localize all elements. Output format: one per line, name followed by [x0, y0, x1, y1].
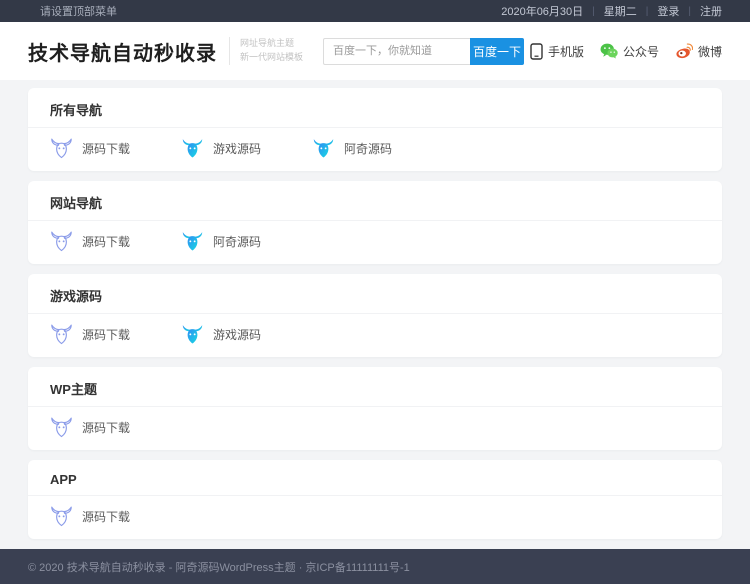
wechat-official-label: 公众号: [623, 43, 659, 60]
wechat-icon: [600, 43, 618, 59]
nav-item-label: 源码下载: [82, 140, 130, 157]
nav-item-label: 源码下载: [82, 419, 130, 436]
nav-link-item[interactable]: 源码下载: [50, 416, 181, 439]
site-header: 技术导航自动秒收录 网址导航主题 新一代网站模板 百度一下 手机版: [0, 22, 750, 80]
topbar-weekday: 星期二: [604, 3, 637, 19]
section-title: 网站导航: [28, 181, 722, 220]
nav-item-label: 游戏源码: [213, 326, 261, 343]
search-button[interactable]: 百度一下: [470, 38, 524, 65]
topbar-date: 2020年06月30日: [501, 3, 583, 19]
bull-outline-icon: [50, 137, 73, 160]
site-title[interactable]: 技术导航自动秒收录: [28, 37, 217, 66]
nav-link-item[interactable]: 源码下载: [50, 323, 181, 346]
section-title: WP主题: [28, 367, 722, 406]
bull-outline-icon: [50, 230, 73, 253]
nav-section-card: 所有导航 源码下载 游戏源码 阿奇源码: [28, 88, 722, 171]
bull-filled-icon: [181, 323, 204, 346]
section-title: 游戏源码: [28, 274, 722, 313]
weibo-link[interactable]: 微博: [675, 43, 722, 60]
section-title: APP: [28, 460, 722, 495]
nav-section-card: 游戏源码 源码下载 游戏源码: [28, 274, 722, 357]
nav-item-label: 游戏源码: [213, 140, 261, 157]
bull-outline-icon: [50, 323, 73, 346]
wechat-official-link[interactable]: 公众号: [600, 43, 659, 60]
tagline-line1: 网址导航主题: [240, 37, 303, 51]
tagline-line2: 新一代网站模板: [240, 51, 303, 65]
nav-link-item[interactable]: 源码下载: [50, 230, 181, 253]
section-items: 源码下载 游戏源码: [28, 314, 722, 357]
weibo-label: 微博: [698, 43, 722, 60]
topbar-right: 2020年06月30日 | 星期二 | 登录 | 注册: [501, 3, 722, 19]
nav-link-item[interactable]: 游戏源码: [181, 137, 312, 160]
mobile-phone-icon: [530, 43, 543, 60]
nav-section-card: WP主题 源码下载: [28, 367, 722, 450]
copyright-text: © 2020 技术导航自动秒收录 - 阿奇源码WordPress主题 · 京IC…: [28, 559, 410, 575]
section-items: 源码下载: [28, 407, 722, 450]
nav-item-label: 源码下载: [82, 508, 130, 525]
section-items: 源码下载: [28, 496, 722, 539]
nav-link-item[interactable]: 阿奇源码: [181, 230, 312, 253]
nav-item-label: 阿奇源码: [213, 233, 261, 250]
nav-section-card: 网站导航 源码下载 阿奇源码: [28, 181, 722, 264]
mobile-version-link[interactable]: 手机版: [530, 43, 584, 60]
section-title: 所有导航: [28, 88, 722, 127]
bull-filled-icon: [312, 137, 335, 160]
nav-link-item[interactable]: 源码下载: [50, 505, 181, 528]
section-items: 源码下载 游戏源码 阿奇源码: [28, 128, 722, 171]
bull-outline-icon: [50, 505, 73, 528]
header-links: 手机版 公众号 微博: [530, 43, 722, 60]
divider: |: [592, 6, 595, 17]
topbar-menu-hint[interactable]: 请设置顶部菜单: [28, 3, 117, 19]
bull-filled-icon: [181, 137, 204, 160]
register-link[interactable]: 注册: [700, 3, 722, 19]
divider: |: [688, 6, 691, 17]
nav-link-item[interactable]: 源码下载: [50, 137, 181, 160]
login-link[interactable]: 登录: [657, 3, 679, 19]
nav-link-item[interactable]: 游戏源码: [181, 323, 312, 346]
site-tagline: 网址导航主题 新一代网站模板: [229, 37, 303, 65]
topbar: 请设置顶部菜单 2020年06月30日 | 星期二 | 登录 | 注册: [0, 0, 750, 22]
nav-item-label: 阿奇源码: [344, 140, 392, 157]
nav-link-item[interactable]: 阿奇源码: [312, 137, 443, 160]
nav-item-label: 源码下载: [82, 326, 130, 343]
nav-item-label: 源码下载: [82, 233, 130, 250]
bull-filled-icon: [181, 230, 204, 253]
site-footer: © 2020 技术导航自动秒收录 - 阿奇源码WordPress主题 · 京IC…: [0, 549, 750, 584]
search-input[interactable]: [323, 38, 470, 65]
mobile-version-label: 手机版: [548, 43, 584, 60]
divider: |: [646, 6, 649, 17]
search-bar: 百度一下: [323, 38, 524, 65]
nav-section-card: APP 源码下载: [28, 460, 722, 539]
section-items: 源码下载 阿奇源码: [28, 221, 722, 264]
nav-sections: 所有导航 源码下载 游戏源码 阿奇源码: [0, 80, 750, 549]
bull-outline-icon: [50, 416, 73, 439]
weibo-icon: [675, 43, 693, 59]
